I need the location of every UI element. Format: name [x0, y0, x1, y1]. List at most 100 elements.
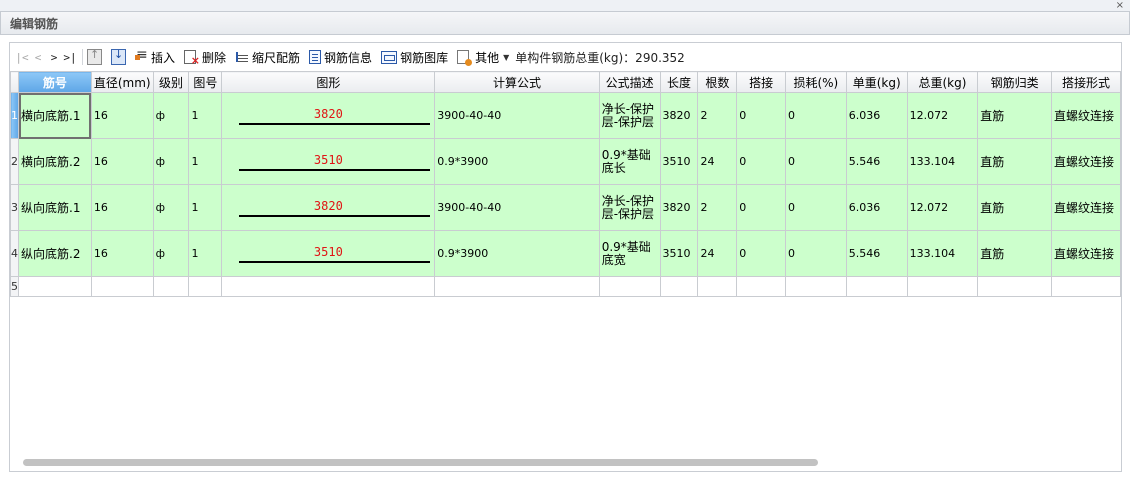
next-record-button[interactable]: > [46, 51, 62, 64]
other-dropdown-button[interactable]: 其他 ▼ [457, 49, 509, 66]
empty-cell[interactable] [977, 276, 1052, 297]
empty-cell[interactable] [845, 276, 908, 297]
loss-cell[interactable]: 0 [784, 138, 847, 185]
bar-name-cell[interactable]: 横向底筋.1 [18, 92, 92, 139]
insert-button[interactable]: 插入 [135, 47, 175, 66]
prev-record-button[interactable]: < [30, 51, 46, 64]
total-weight-cell[interactable]: 12.072 [906, 92, 979, 139]
lap-cell[interactable]: 0 [736, 138, 786, 185]
empty-cell[interactable] [598, 276, 661, 297]
col-header[interactable]: 长度 [659, 71, 699, 93]
scrollbar-thumb[interactable] [23, 459, 818, 466]
category-cell[interactable]: 直筋 [977, 92, 1052, 139]
bar-name-cell[interactable]: 纵向底筋.1 [18, 184, 92, 231]
empty-cell[interactable] [736, 276, 786, 297]
col-header[interactable]: 图形 [221, 71, 436, 93]
formula-desc-cell[interactable]: 0.9*基础底长 [598, 138, 661, 185]
rebar-library-button[interactable]: 钢筋图库 [381, 49, 448, 66]
last-record-button[interactable]: >| [62, 51, 78, 64]
col-header[interactable]: 根数 [697, 71, 738, 93]
row-number[interactable]: 2 [10, 138, 19, 185]
diameter-cell[interactable]: 16 [90, 138, 154, 185]
empty-cell[interactable] [90, 276, 154, 297]
shape-cell[interactable]: 3510 [221, 138, 436, 185]
formula-cell[interactable]: 0.9*3900 [434, 138, 600, 185]
col-header[interactable]: 搭接形式 [1050, 71, 1122, 93]
move-down-button[interactable] [111, 48, 126, 65]
delete-button[interactable]: 删除 [184, 49, 226, 67]
unit-weight-cell[interactable]: 5.546 [845, 230, 908, 277]
formula-cell[interactable]: 0.9*3900 [434, 230, 600, 277]
empty-cell[interactable] [1050, 276, 1122, 297]
loss-cell[interactable]: 0 [784, 230, 847, 277]
lap-type-cell[interactable]: 直螺纹连接 [1050, 138, 1122, 185]
col-header[interactable]: 筋号 [18, 71, 92, 93]
total-weight-cell[interactable]: 133.104 [906, 230, 979, 277]
col-header[interactable]: 公式描述 [598, 71, 661, 93]
empty-cell[interactable] [434, 276, 600, 297]
grade-cell[interactable]: ф [152, 184, 190, 231]
col-header[interactable]: 搭接 [736, 71, 786, 93]
figure-no-cell[interactable]: 1 [188, 230, 223, 277]
lap-type-cell[interactable]: 直螺纹连接 [1050, 230, 1122, 277]
total-weight-cell[interactable]: 12.072 [906, 184, 979, 231]
lap-type-cell[interactable]: 直螺纹连接 [1050, 92, 1122, 139]
category-cell[interactable]: 直筋 [977, 184, 1052, 231]
formula-desc-cell[interactable]: 净长-保护层-保护层 [598, 184, 661, 231]
bar-name-cell[interactable]: 横向底筋.2 [18, 138, 92, 185]
length-cell[interactable]: 3510 [659, 138, 699, 185]
shape-cell[interactable]: 3510 [221, 230, 436, 277]
col-header[interactable]: 单重(kg) [845, 71, 908, 93]
shape-cell[interactable]: 3820 [221, 184, 436, 231]
row-number[interactable]: 4 [10, 230, 19, 277]
length-cell[interactable]: 3510 [659, 230, 699, 277]
scale-rebar-button[interactable]: 缩尺配筋 [235, 49, 300, 66]
unit-weight-cell[interactable]: 6.036 [845, 184, 908, 231]
lap-cell[interactable]: 0 [736, 92, 786, 139]
count-cell[interactable]: 24 [697, 230, 738, 277]
horizontal-scrollbar[interactable] [10, 455, 1121, 469]
unit-weight-cell[interactable]: 5.546 [845, 138, 908, 185]
grade-cell[interactable]: ф [152, 92, 190, 139]
loss-cell[interactable]: 0 [784, 184, 847, 231]
col-header[interactable]: 损耗(%) [784, 71, 847, 93]
rebar-info-button[interactable]: 钢筋信息 [309, 49, 372, 66]
empty-cell[interactable] [188, 276, 223, 297]
grade-cell[interactable]: ф [152, 230, 190, 277]
empty-cell[interactable] [18, 276, 92, 297]
first-record-button[interactable]: |< [14, 51, 30, 64]
formula-desc-cell[interactable]: 净长-保护层-保护层 [598, 92, 661, 139]
empty-cell[interactable] [784, 276, 847, 297]
col-header[interactable]: 直径(mm) [90, 71, 154, 93]
move-up-button[interactable] [87, 48, 102, 65]
diameter-cell[interactable]: 16 [90, 230, 154, 277]
lap-cell[interactable]: 0 [736, 184, 786, 231]
diameter-cell[interactable]: 16 [90, 184, 154, 231]
diameter-cell[interactable]: 16 [90, 92, 154, 139]
row-number[interactable]: 3 [10, 184, 19, 231]
count-cell[interactable]: 2 [697, 92, 738, 139]
row-number[interactable]: 1 [10, 92, 19, 139]
length-cell[interactable]: 3820 [659, 92, 699, 139]
shape-cell[interactable]: 3820 [221, 92, 436, 139]
loss-cell[interactable]: 0 [784, 92, 847, 139]
length-cell[interactable]: 3820 [659, 184, 699, 231]
unit-weight-cell[interactable]: 6.036 [845, 92, 908, 139]
grade-cell[interactable]: ф [152, 138, 190, 185]
row-number[interactable]: 5 [10, 276, 19, 297]
col-header[interactable]: 钢筋归类 [977, 71, 1052, 93]
close-icon[interactable]: × [1116, 0, 1124, 11]
col-header[interactable]: 级别 [152, 71, 190, 93]
col-header[interactable]: 图号 [188, 71, 223, 93]
formula-desc-cell[interactable]: 0.9*基础底宽 [598, 230, 661, 277]
bar-name-cell[interactable]: 纵向底筋.2 [18, 230, 92, 277]
lap-cell[interactable]: 0 [736, 230, 786, 277]
empty-cell[interactable] [697, 276, 738, 297]
formula-cell[interactable]: 3900-40-40 [434, 92, 600, 139]
col-header[interactable]: 计算公式 [434, 71, 600, 93]
empty-cell[interactable] [221, 276, 436, 297]
total-weight-cell[interactable]: 133.104 [906, 138, 979, 185]
col-header[interactable]: 总重(kg) [906, 71, 979, 93]
empty-cell[interactable] [659, 276, 699, 297]
category-cell[interactable]: 直筋 [977, 138, 1052, 185]
